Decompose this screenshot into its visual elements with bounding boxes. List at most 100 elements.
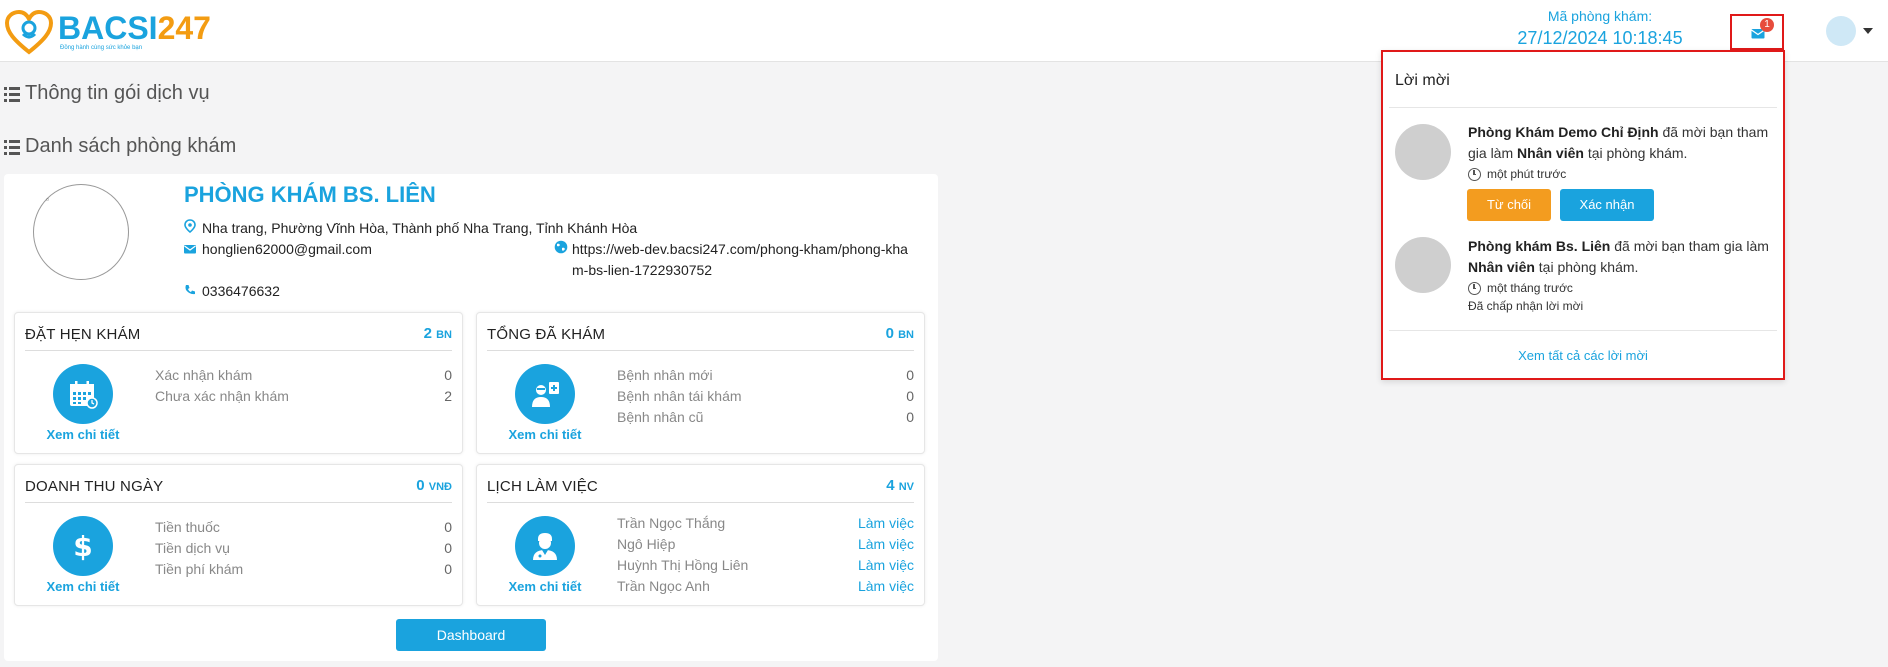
stat-row-label: Tiền phí khám [155, 561, 244, 577]
staff-status-link[interactable]: Làm việc [858, 534, 914, 555]
clinic-card: ▫ PHÒNG KHÁM BS. LIÊN Nha trang, Phường … [4, 174, 938, 661]
staff-status-link[interactable]: Làm việc [858, 555, 914, 576]
stat-row-label: Tiền thuốc [155, 519, 220, 535]
invite-time-text: một tháng trước [1487, 281, 1573, 295]
stat-row: Ngô Hiệp Làm việc [617, 534, 914, 555]
section-title-service-info: Thông tin gói dịch vụ [4, 82, 210, 105]
stat-card-title: DOANH THU NGÀY [25, 478, 164, 495]
invite-time: một phút trước [1468, 167, 1566, 181]
clinic-address-text: Nha trang, Phường Vĩnh Hòa, Thành phố Nh… [202, 220, 638, 236]
invite-time: một tháng trước [1468, 281, 1573, 295]
heart-logo-icon [4, 10, 54, 55]
stat-row-value: 0 [444, 540, 452, 556]
staff-name: Trần Ngọc Thắng [617, 515, 726, 531]
section-title-clinic-list: Danh sách phòng khám [4, 135, 236, 158]
clinic-phone: 0336476632 [184, 281, 484, 302]
divider [1389, 330, 1777, 331]
staff-status-link[interactable]: Làm việc [858, 576, 914, 597]
stat-row: Huỳnh Thị Hồng Liên Làm việc [617, 555, 914, 576]
stat-row-label: Chưa xác nhận khám [155, 388, 289, 404]
reject-invite-button[interactable]: Từ chối [1467, 189, 1551, 221]
clinic-website: https://web-dev.bacsi247.com/phong-kham/… [554, 239, 914, 281]
view-details-link[interactable]: Xem chi tiết [35, 427, 131, 442]
invite-message: Phòng khám Bs. Liên đã mời bạn tham gia … [1468, 236, 1778, 278]
staff-status-link[interactable]: Làm việc [858, 513, 914, 534]
stat-row-label: Bệnh nhân tái khám [617, 388, 742, 404]
stat-rows: Bệnh nhân mới 0 Bệnh nhân tái khám 0 Bệnh … [617, 365, 914, 428]
view-details-link[interactable]: Xem chi tiết [35, 579, 131, 594]
inviter-avatar [1395, 124, 1451, 180]
stat-row: Bệnh nhân tái khám 0 [617, 386, 914, 407]
view-all-invites-link[interactable]: Xem tất cả các lời mời [1383, 348, 1783, 363]
envelope-icon [184, 239, 202, 260]
dashboard-button[interactable]: Dashboard [396, 619, 546, 651]
stat-value-number: 2 [423, 325, 432, 342]
stat-value-number: 0 [416, 477, 425, 494]
clinic-name[interactable]: PHÒNG KHÁM BS. LIÊN [184, 182, 436, 208]
bacsi247-logo[interactable]: BACSI247 Đồng hành cùng sức khỏe bạn [4, 8, 211, 56]
clinic-website-link[interactable]: https://web-dev.bacsi247.com/phong-kham/… [572, 239, 914, 281]
divider [1389, 107, 1777, 108]
invite-text-part: tại phòng khám. [1583, 145, 1688, 161]
notification-badge: 1 [1760, 18, 1774, 32]
stat-rows: Xác nhận khám 0 Chưa xác nhận khám 2 [155, 365, 452, 407]
current-datetime: 27/12/2024 10:18:45 [1517, 28, 1683, 48]
user-avatar[interactable] [1826, 16, 1856, 46]
view-details-link[interactable]: Xem chi tiết [497, 579, 593, 594]
stat-rows: Trần Ngọc Thắng Làm việc Ngô Hiệp Làm việc… [617, 513, 914, 597]
accept-invite-button[interactable]: Xác nhận [1560, 189, 1654, 221]
phone-icon [184, 281, 202, 302]
invitations-title: Lời mời [1395, 72, 1450, 89]
dollar-icon-circle[interactable]: $ [53, 516, 113, 576]
stat-value-unit: BN [898, 329, 914, 341]
stat-row-label: Bệnh nhân cũ [617, 409, 704, 425]
doctor-icon [533, 533, 557, 560]
stat-card-header: LỊCH LÀM VIỆC 4 NV [487, 465, 914, 503]
stat-row-value: 0 [906, 367, 914, 383]
inviter-clinic-name: Phòng khám Bs. Liên [1468, 238, 1611, 254]
stat-row-value: 0 [906, 409, 914, 425]
stat-rows: Tiền thuốc 0 Tiền dịch vụ 0 Tiền phí khám 0 [155, 517, 452, 580]
stat-card-total-exams: TỔNG ĐÃ KHÁM 0 BN Xem chi tiết Bệnh nhân… [476, 312, 925, 454]
clinic-phone-text: 0336476632 [202, 283, 280, 299]
globe-icon [554, 239, 572, 260]
stat-value-number: 0 [885, 325, 894, 342]
chevron-down-icon[interactable] [1863, 28, 1873, 34]
stat-card-header: ĐẶT HẸN KHÁM 2 BN [25, 313, 452, 351]
staff-name: Trần Ngọc Anh [617, 578, 710, 594]
broken-image-icon: ▫ [46, 195, 49, 204]
view-details-link[interactable]: Xem chi tiết [497, 427, 593, 442]
invite-text-part: đã mời bạn tham gia làm [1610, 238, 1769, 254]
list-icon [4, 139, 20, 155]
invitation-notification-button[interactable]: 1 [1730, 14, 1784, 50]
staff-name: Ngô Hiệp [617, 536, 676, 552]
stat-row: Tiền dịch vụ 0 [155, 538, 452, 559]
doctor-icon-circle[interactable] [515, 516, 575, 576]
stat-row-value: 0 [444, 519, 452, 535]
stat-card-appointments: ĐẶT HẸN KHÁM 2 BN Xem chi tiết Xác nhận … [14, 312, 463, 454]
stat-row: Xác nhận khám 0 [155, 365, 452, 386]
invite-accepted-status: Đã chấp nhận lời mời [1468, 299, 1584, 313]
stat-row: Tiền phí khám 0 [155, 559, 452, 580]
stat-row: Trần Ngọc Thắng Làm việc [617, 513, 914, 534]
inviter-avatar [1395, 237, 1451, 293]
invite-text-part: tại phòng khám. [1534, 259, 1639, 275]
stat-row-label: Tiền dịch vụ [155, 540, 230, 556]
dollar-icon: $ [73, 531, 92, 561]
logo-tagline: Đồng hành cùng sức khỏe bạn [60, 45, 143, 51]
stat-card-header: TỔNG ĐÃ KHÁM 0 BN [487, 313, 914, 351]
stat-row: Bệnh nhân mới 0 [617, 365, 914, 386]
stat-value-number: 4 [886, 477, 895, 494]
clinic-email-text: honglien62000@gmail.com [202, 241, 372, 257]
calendar-icon-circle[interactable] [53, 364, 113, 424]
invite-role: Nhân viên [1468, 259, 1535, 275]
doctor-patient-icon-circle[interactable] [515, 364, 575, 424]
stat-row-value: 0 [906, 388, 914, 404]
stat-row: Tiền thuốc 0 [155, 517, 452, 538]
section-title-text: Danh sách phòng khám [25, 135, 237, 157]
stat-card-title: ĐẶT HẸN KHÁM [25, 326, 141, 343]
staff-name: Huỳnh Thị Hồng Liên [617, 557, 749, 573]
stat-card-value: 0 VNĐ [416, 477, 452, 494]
logo-wordmark: BACSI247 [58, 10, 211, 46]
clinic-address: Nha trang, Phường Vĩnh Hòa, Thành phố Nh… [184, 218, 904, 239]
